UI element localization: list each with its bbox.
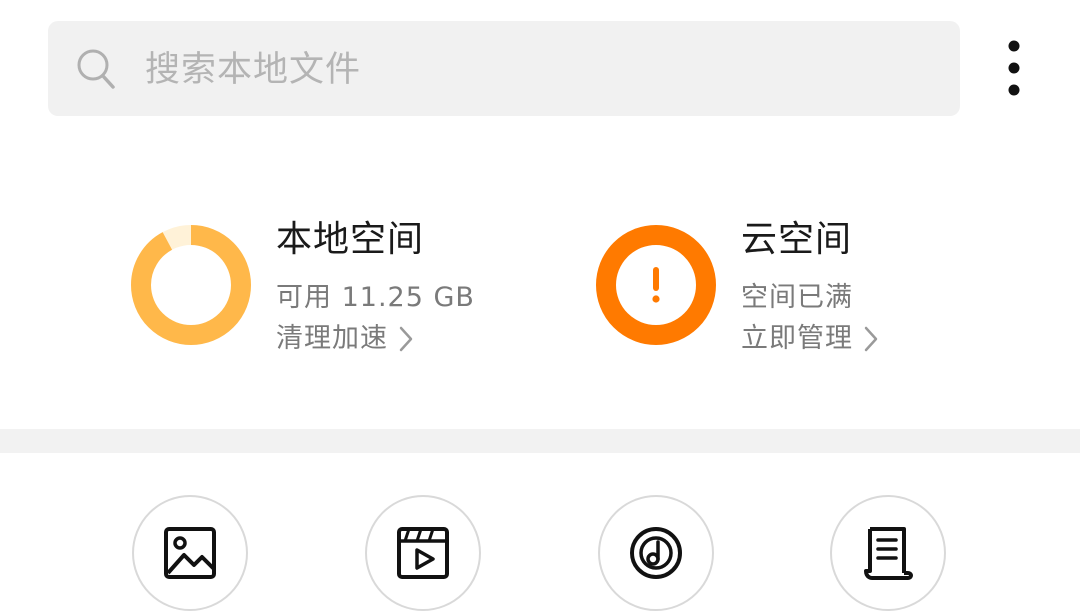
local-storage-title: 本地空间 [276, 219, 425, 260]
video-icon [397, 527, 449, 579]
music-icon [630, 527, 682, 579]
manage-now-link[interactable]: 立即管理 [741, 322, 879, 356]
document-icon [864, 527, 913, 580]
more-vertical-icon [1008, 40, 1020, 96]
image-icon [164, 527, 216, 579]
category-documents-button[interactable] [830, 495, 946, 611]
chevron-right-icon [864, 326, 878, 352]
section-divider [0, 429, 1080, 453]
local-storage-donut [131, 225, 251, 345]
more-options-button[interactable] [994, 36, 1034, 102]
category-images-button[interactable] [132, 495, 248, 611]
local-storage-available: 可用 11.25 GB [276, 282, 475, 313]
cloud-storage-status: 空间已满 [741, 282, 853, 313]
manage-now-label: 立即管理 [741, 323, 853, 354]
cloud-storage-title: 云空间 [741, 219, 853, 260]
warning-icon [652, 267, 660, 303]
search-icon [76, 48, 116, 94]
category-music-button[interactable] [598, 495, 714, 611]
clean-boost-link[interactable]: 清理加速 [276, 322, 414, 356]
chevron-right-icon [399, 326, 413, 352]
clean-boost-label: 清理加速 [276, 323, 388, 354]
category-videos-button[interactable] [365, 495, 481, 611]
search-input[interactable]: 搜索本地文件 [145, 46, 361, 94]
